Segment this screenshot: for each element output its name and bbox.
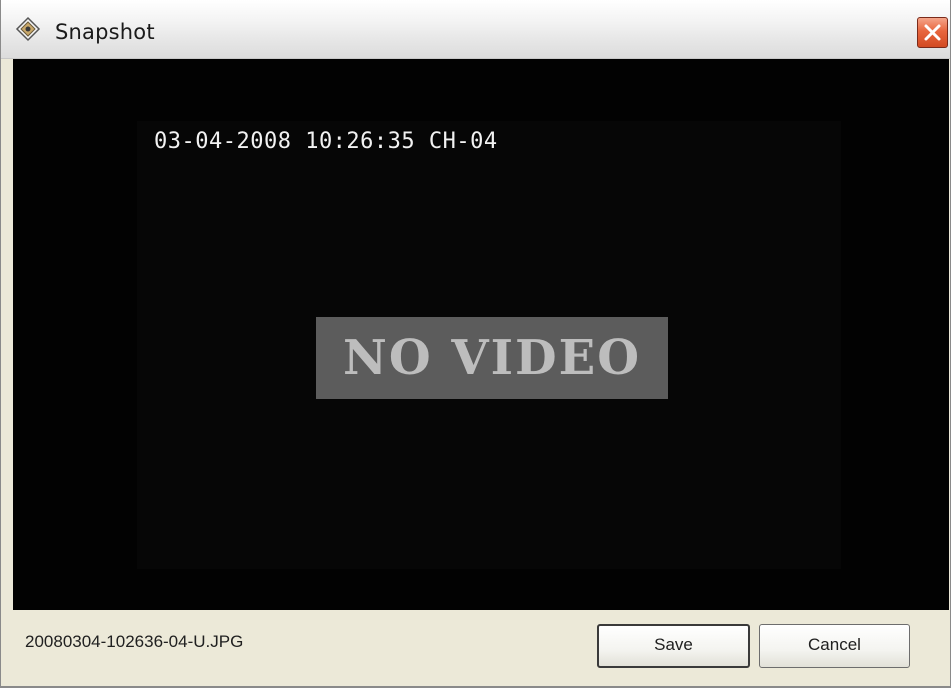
window-title: Snapshot	[55, 20, 155, 44]
snapshot-preview: 03-04-2008 10:26:35 CH-04 NO VIDEO	[13, 59, 949, 610]
title-bar[interactable]: Snapshot	[1, 0, 950, 59]
no-video-indicator: NO VIDEO	[316, 317, 668, 399]
cancel-button[interactable]: Cancel	[759, 624, 910, 668]
snapshot-filename: 20080304-102636-04-U.JPG	[25, 632, 244, 651]
close-button[interactable]	[917, 17, 948, 48]
osd-timestamp-channel: 03-04-2008 10:26:35 CH-04	[154, 129, 498, 154]
no-video-label: NO VIDEO	[342, 330, 642, 386]
close-icon	[924, 24, 941, 41]
snapshot-footer: 20080304-102636-04-U.JPG Save Cancel	[1, 610, 950, 688]
snapshot-window: Snapshot 03-04-2008 10:26:35 CH-04 NO VI…	[0, 0, 951, 688]
save-button[interactable]: Save	[597, 624, 750, 668]
snapshot-app-icon	[15, 16, 41, 42]
